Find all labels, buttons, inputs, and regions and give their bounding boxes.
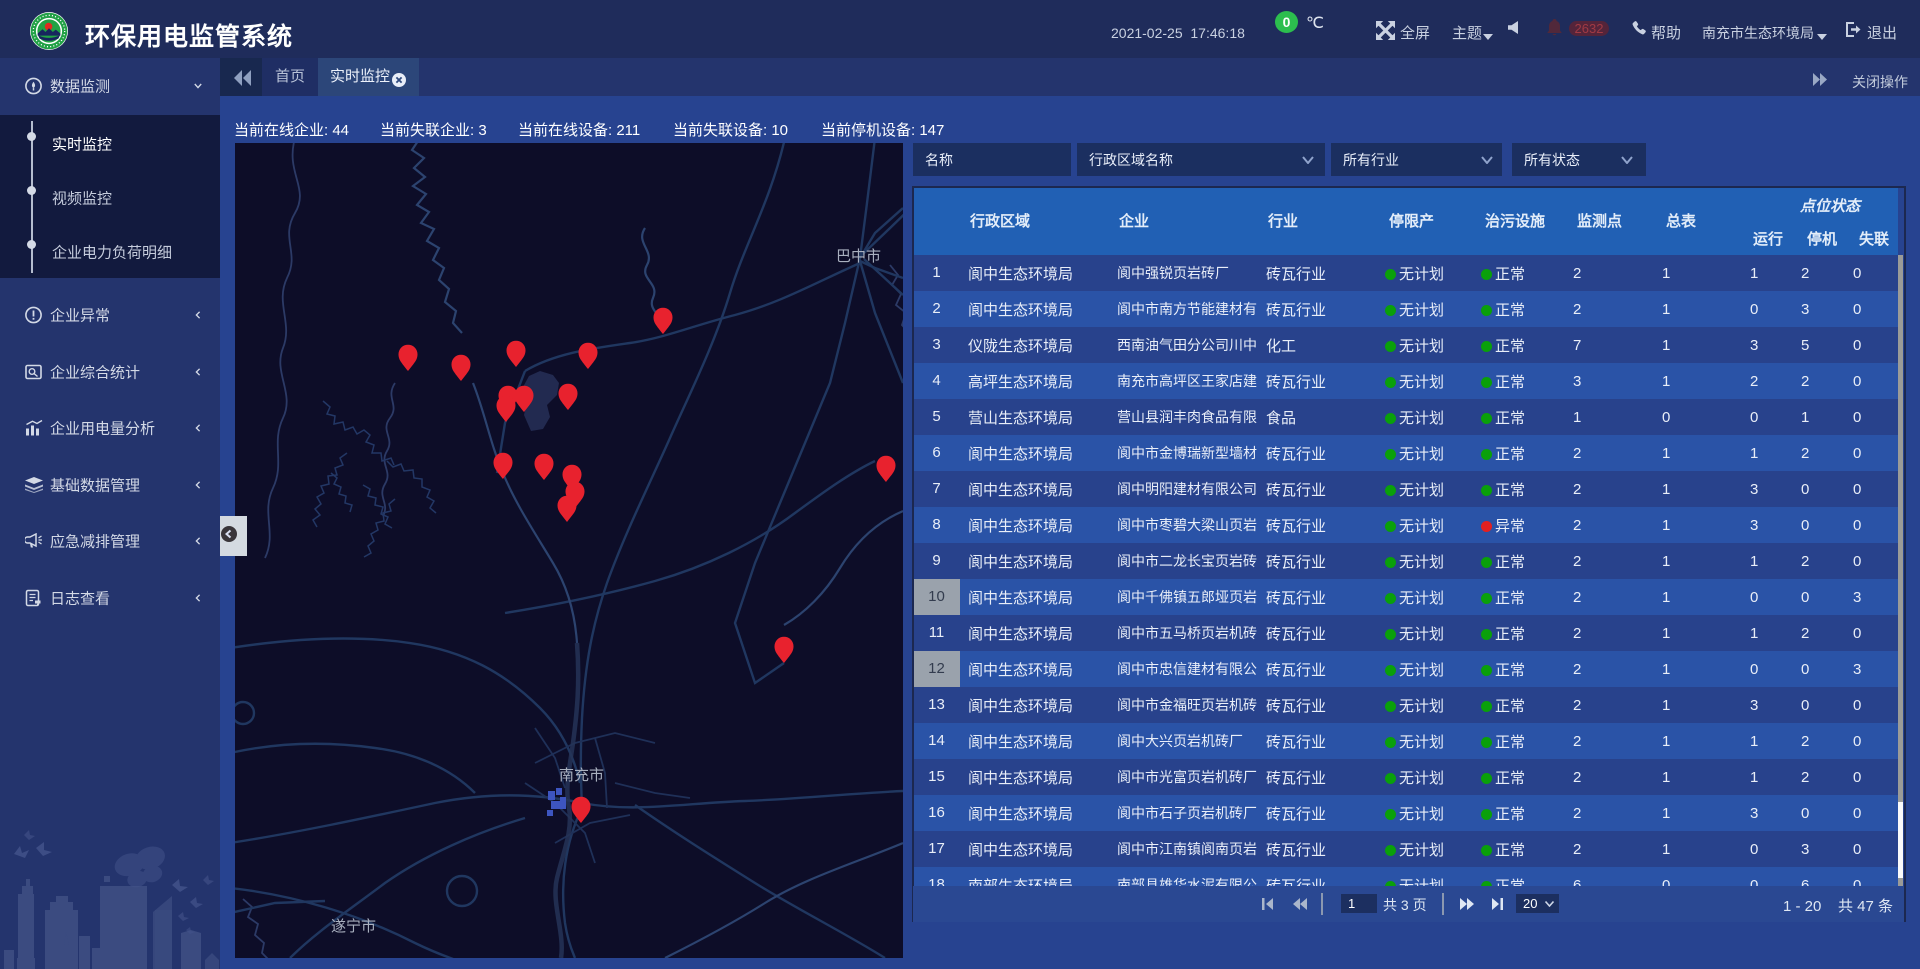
svg-text:南充市: 南充市: [559, 767, 604, 784]
svg-text:遂宁市: 遂宁市: [331, 918, 376, 935]
svg-text:巴中市: 巴中市: [836, 248, 881, 265]
